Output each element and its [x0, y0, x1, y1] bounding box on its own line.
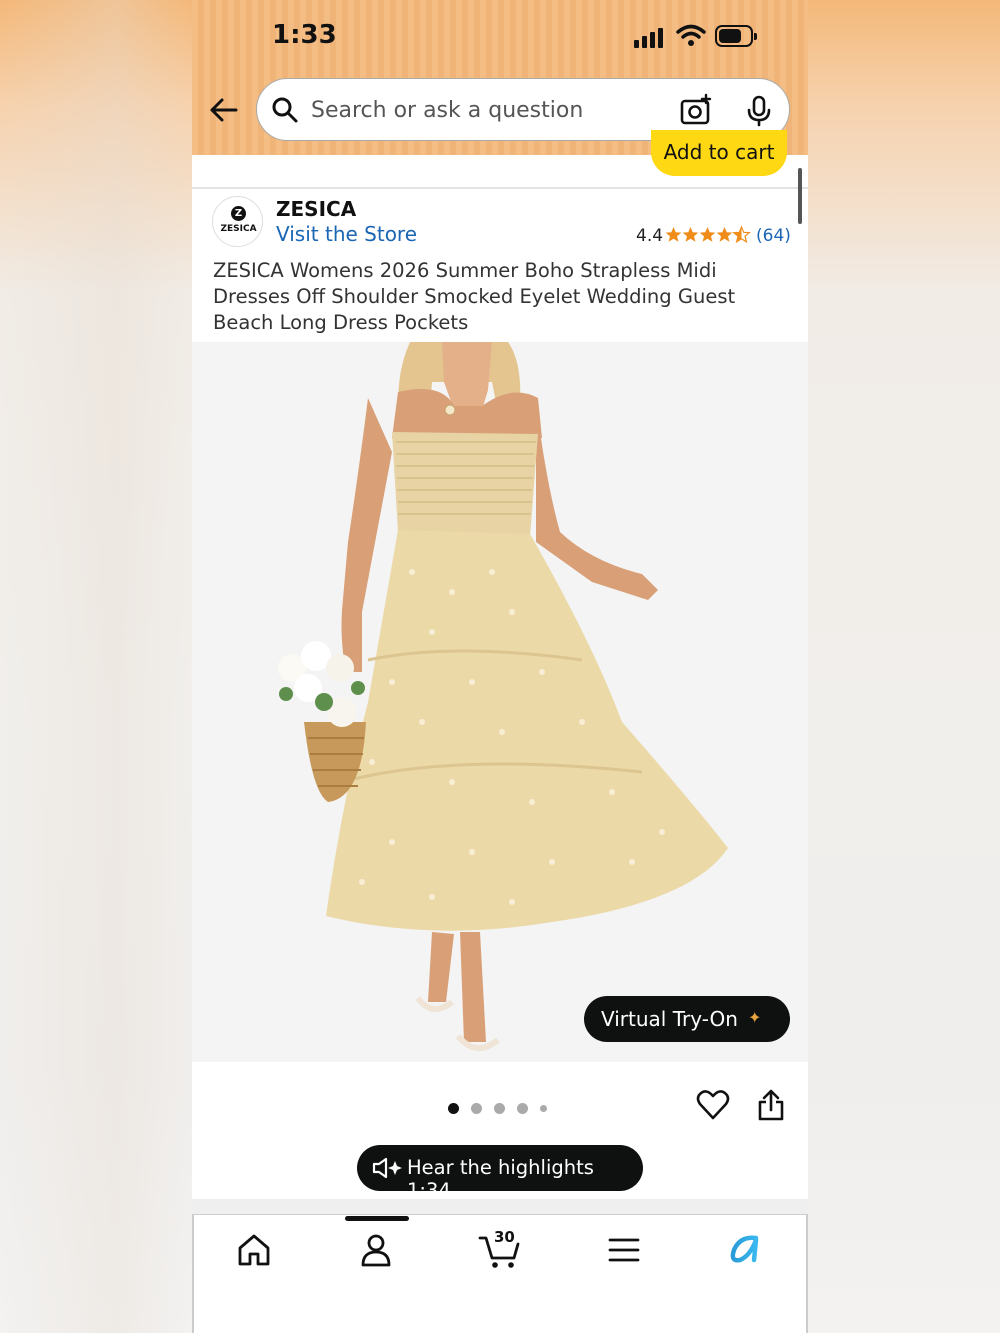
- microphone-icon[interactable]: [745, 95, 773, 127]
- heart-icon[interactable]: [696, 1088, 730, 1122]
- carousel-dot[interactable]: [471, 1103, 482, 1114]
- add-to-cart-button[interactable]: Add to cart: [651, 130, 787, 176]
- phone-screen: 1:33 Search or ask a question Add to car…: [192, 0, 808, 1333]
- scrollbar: [798, 168, 802, 224]
- brand-logo-mark: Z: [231, 206, 246, 221]
- carousel-dots[interactable]: [448, 1098, 559, 1117]
- carousel-dot[interactable]: [517, 1103, 528, 1114]
- hear-highlights-button[interactable]: Hear the highlights 1:34: [357, 1145, 643, 1202]
- active-tab-indicator: [345, 1216, 409, 1221]
- brand-logo[interactable]: Z ZESICA: [212, 196, 263, 247]
- product-title: ZESICA Womens 2026 Summer Boho Strapless…: [213, 259, 736, 334]
- product-image[interactable]: [192, 342, 808, 1062]
- menu-icon[interactable]: [604, 1230, 644, 1270]
- back-arrow-icon[interactable]: [206, 92, 242, 128]
- add-to-cart-label: Add to cart: [663, 140, 775, 164]
- divider: [192, 187, 808, 189]
- virtual-try-on-button[interactable]: Virtual Try-On ✦: [584, 996, 790, 1042]
- camera-search-icon[interactable]: [679, 93, 713, 127]
- carousel-dot[interactable]: [448, 1103, 459, 1114]
- search-placeholder: Search or ask a question: [311, 98, 584, 123]
- nav-border-left: [192, 1214, 194, 1333]
- carousel-dot[interactable]: [540, 1105, 547, 1112]
- rating-value: 4.4: [636, 226, 664, 246]
- sparkle-icon: ✦: [748, 1008, 762, 1027]
- rating-stars-icon[interactable]: [665, 224, 753, 246]
- status-time: 1:33: [272, 20, 337, 50]
- audio-sparkle-icon: [372, 1157, 402, 1179]
- share-icon[interactable]: [757, 1088, 785, 1122]
- brand-logo-text: ZESICA: [220, 224, 257, 234]
- cart-count-badge: 30: [494, 1228, 515, 1246]
- account-icon[interactable]: [356, 1230, 396, 1270]
- home-icon[interactable]: [234, 1230, 274, 1270]
- hear-highlights-label: Hear the highlights 1:34: [407, 1156, 594, 1202]
- brand-name: ZESICA: [276, 197, 357, 221]
- wifi-icon: [676, 24, 706, 46]
- dress-photo: [192, 342, 808, 1062]
- nav-border-right: [806, 1214, 808, 1333]
- rufus-icon[interactable]: [726, 1230, 766, 1270]
- carousel-dot[interactable]: [494, 1103, 505, 1114]
- cellular-signal-icon: [634, 26, 668, 48]
- section-divider: [192, 1199, 808, 1215]
- battery-icon: [715, 25, 757, 47]
- search-icon: [272, 97, 298, 123]
- visit-store-link[interactable]: Visit the Store: [276, 222, 417, 246]
- review-count-link[interactable]: (64): [756, 226, 791, 246]
- virtual-try-on-label: Virtual Try-On: [601, 1007, 738, 1031]
